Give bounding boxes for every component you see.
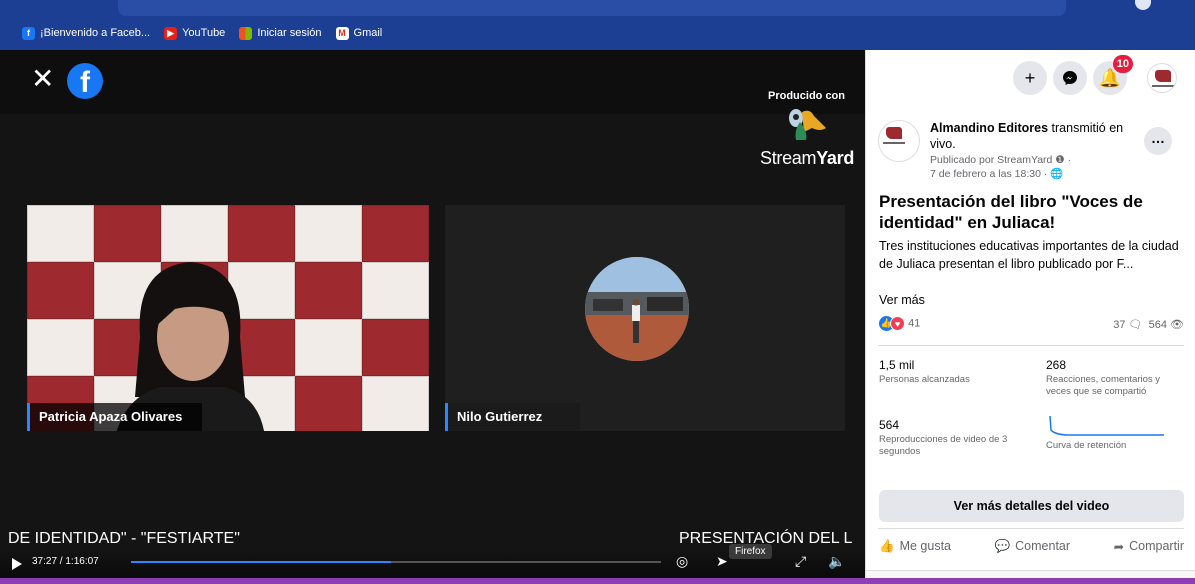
see-more-link[interactable]: Ver más: [879, 293, 925, 307]
page-name[interactable]: Almandino Editores: [930, 121, 1048, 135]
profile-icon[interactable]: [1135, 0, 1151, 10]
reactions-bar: 👍 ♥ 41 37 🗨 564 👁: [879, 316, 1184, 338]
video-player[interactable]: ✕ f Producido con StreamYard Patricia Ap…: [0, 50, 865, 584]
post-text: Tres instituciones educativas importante…: [879, 239, 1179, 271]
notifications-button[interactable]: 🔔 10: [1093, 55, 1133, 95]
post-date[interactable]: 7 de febrero a las 18:30: [930, 168, 1041, 180]
published-by: Publicado por StreamYard: [930, 154, 1053, 166]
participant-name-tag: Nilo Gutierrez: [445, 403, 580, 431]
share-button[interactable]: ➦ Compartir: [1114, 535, 1184, 557]
video-insights: 1,5 mil Personas alcanzadas 268 Reaccion…: [879, 358, 1187, 508]
page-avatar[interactable]: [878, 120, 920, 162]
streamyard-logo-icon: [789, 109, 826, 140]
info-icon: ❶: [1055, 154, 1065, 166]
messenger-button[interactable]: [1053, 61, 1087, 95]
post-subline: Publicado por StreamYard ❶ · 7 de febrer…: [930, 154, 1072, 180]
bookmark-label: Iniciar sesión: [257, 27, 322, 39]
bookmark-facebook[interactable]: f ¡Bienvenido a Faceb...: [22, 26, 151, 40]
stat-plays: 564 Reproducciones de video de 3 segundo…: [879, 418, 1008, 457]
panel-header: + 🔔 10: [866, 50, 1195, 100]
post-title: Presentación del libro "Voces de identid…: [879, 192, 1143, 232]
reactions-count[interactable]: 41: [908, 317, 920, 329]
bookmarks-bar: f ¡Bienvenido a Faceb... ▶ YouTube Inici…: [0, 24, 382, 42]
participant-avatar: [585, 257, 689, 361]
volume-icon[interactable]: 🔈: [828, 553, 845, 570]
eye-icon: 👁: [1170, 319, 1184, 331]
love-reaction-icon[interactable]: ♥: [890, 316, 905, 331]
like-button[interactable]: 👍 Me gusta: [879, 535, 951, 557]
gmail-icon: M: [335, 26, 349, 40]
comments-count[interactable]: 37: [1113, 319, 1125, 331]
profile-avatar: [1147, 63, 1177, 93]
browser-chrome: f ¡Bienvenido a Faceb... ▶ YouTube Inici…: [0, 0, 1195, 50]
facebook-logo-icon[interactable]: f: [67, 63, 103, 99]
post-actions: 👍 Me gusta 💬 Comentar ➦ Compartir: [879, 535, 1184, 557]
bookmark-youtube[interactable]: ▶ YouTube: [164, 26, 226, 40]
share-icon: ➦: [1113, 539, 1125, 554]
profile-button[interactable]: [1145, 61, 1179, 95]
views-count: 564: [1148, 319, 1167, 331]
create-button[interactable]: +: [1013, 61, 1047, 95]
bookmark-iniciar-sesion[interactable]: Iniciar sesión: [239, 26, 322, 40]
participant-tile-2: Nilo Gutierrez: [445, 205, 845, 431]
stat-retention[interactable]: Curva de retención: [1046, 416, 1186, 452]
plus-icon: +: [1024, 67, 1036, 88]
stat-reach: 1,5 mil Personas alcanzadas: [879, 358, 970, 385]
messenger-icon: [1063, 71, 1077, 85]
bookmark-label: ¡Bienvenido a Faceb...: [40, 27, 151, 39]
retention-curve: [1049, 416, 1164, 436]
video-time: 37:27 / 1:16:07: [32, 556, 99, 567]
participant-tile-1: Patricia Apaza Olivares: [27, 205, 429, 431]
post-meta: Almandino Editores transmitió en vivo. P…: [930, 120, 1150, 181]
progress-bar[interactable]: [131, 561, 661, 563]
bookmark-gmail[interactable]: M Gmail: [335, 26, 383, 40]
comment-icon: 💬: [994, 538, 1011, 553]
post-panel: + 🔔 10 Almandino Editores transmitió en …: [865, 50, 1195, 584]
address-bar[interactable]: [118, 0, 1066, 16]
progress-fill: [131, 561, 391, 563]
notifications-badge: 10: [1112, 55, 1133, 73]
thumbs-up-icon: 👍: [879, 538, 895, 553]
participant-name-tag: Patricia Apaza Olivares: [27, 403, 202, 431]
comment-button[interactable]: 💬 Comentar: [995, 535, 1070, 557]
globe-icon: 🌐: [1050, 168, 1064, 180]
produced-with-label: Producido con: [768, 90, 845, 102]
counts-right: 37 🗨 564 👁: [1113, 318, 1184, 331]
cursor-icon: ➤: [716, 553, 728, 569]
comment-icon: 🗨: [1128, 319, 1143, 331]
close-icon[interactable]: ✕: [31, 65, 54, 93]
facebook-icon: f: [22, 26, 35, 40]
taskbar: [0, 578, 1195, 584]
ticker-text-left: DE IDENTIDAD" - "FESTIARTE": [8, 530, 240, 547]
bookmark-label: Gmail: [353, 27, 383, 39]
divider: [878, 528, 1184, 529]
youtube-icon: ▶: [164, 26, 178, 40]
more-options-button[interactable]: …: [1144, 127, 1172, 155]
tooltip: Firefox: [729, 544, 772, 559]
microsoft-icon: [239, 26, 253, 40]
video-topbar: [0, 50, 865, 114]
settings-icon[interactable]: ◎: [676, 553, 688, 570]
stat-engagement: 268 Reacciones, comentarios y veces que …: [1046, 358, 1161, 397]
play-icon[interactable]: [12, 558, 22, 570]
bookmark-label: YouTube: [182, 27, 226, 39]
divider: [878, 345, 1184, 346]
fullscreen-icon[interactable]: ⤢: [795, 553, 806, 570]
more-video-details-button[interactable]: Ver más detalles del video: [879, 490, 1184, 522]
streamyard-wordmark: StreamYard: [760, 148, 855, 168]
